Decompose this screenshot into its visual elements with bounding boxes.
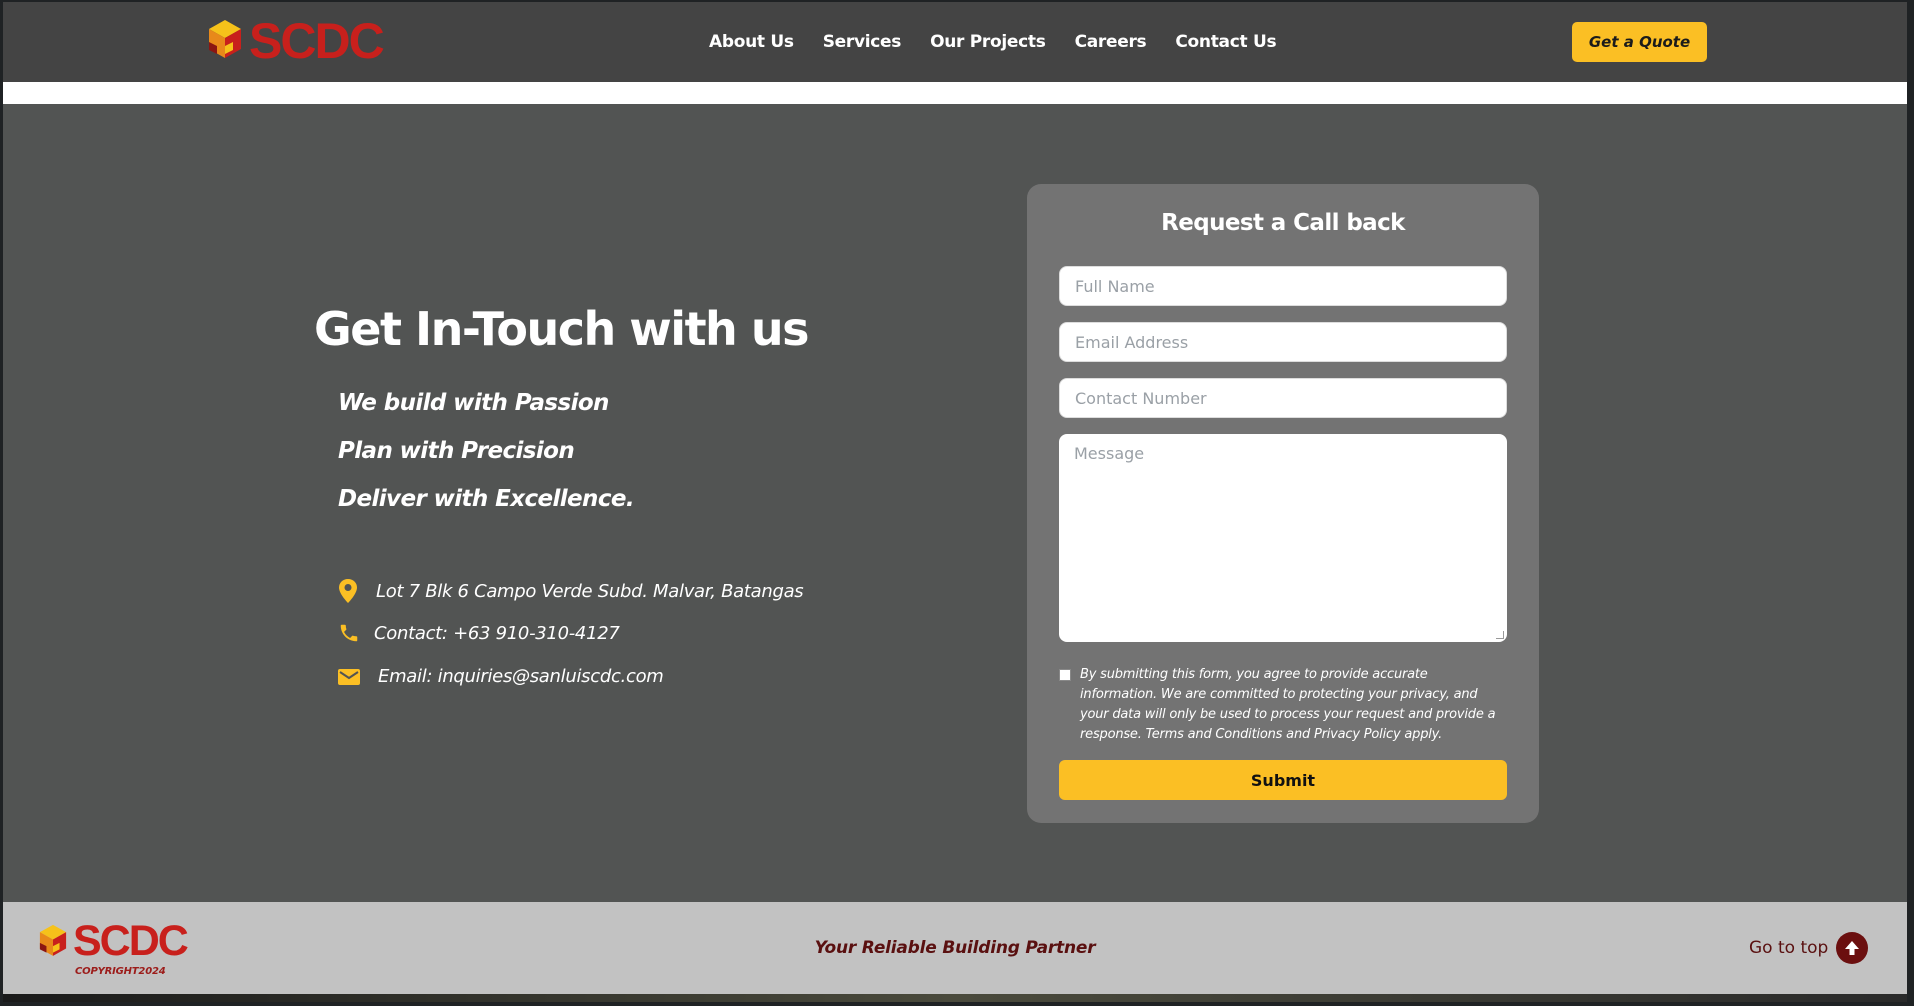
- address-row: Lot 7 Blk 6 Campo Verde Subd. Malvar, Ba…: [338, 578, 804, 604]
- form-title: Request a Call back: [1161, 210, 1405, 236]
- nav-careers[interactable]: Careers: [1075, 32, 1147, 52]
- message-textarea[interactable]: Message: [1059, 434, 1507, 642]
- nav-links: About Us Services Our Projects Careers C…: [709, 32, 1305, 52]
- footer: SCDC COPYRIGHT2024 Your Reliable Buildin…: [3, 902, 1907, 994]
- nav-services[interactable]: Services: [823, 32, 902, 52]
- email-text: Email: inquiries@sanluiscdc.com: [378, 666, 664, 687]
- page: SCDC About Us Services Our Projects Care…: [3, 2, 1907, 1002]
- divider-strip: [3, 82, 1907, 104]
- message-placeholder: Message: [1074, 444, 1145, 463]
- copyright-text: COPYRIGHT2024: [75, 966, 166, 977]
- tagline-passion: We build with Passion: [338, 390, 609, 416]
- mail-icon: [338, 668, 360, 685]
- phone-row: Contact: +63 910-310-4127: [338, 622, 620, 644]
- email-input[interactable]: Email Address: [1059, 322, 1507, 362]
- consent-row: By submitting this form, you agree to pr…: [1059, 665, 1507, 745]
- address-text: Lot 7 Blk 6 Campo Verde Subd. Malvar, Ba…: [376, 580, 804, 602]
- phone-icon: [340, 624, 358, 642]
- consent-checkbox[interactable]: [1059, 669, 1071, 681]
- email-row: Email: inquiries@sanluiscdc.com: [338, 666, 664, 687]
- logo-cube-icon: [209, 20, 241, 58]
- map-pin-icon: [339, 579, 357, 603]
- nav-about-us[interactable]: About Us: [709, 32, 794, 52]
- contact-heading: Get In-Touch with us: [314, 302, 809, 356]
- consent-text: By submitting this form, you agree to pr…: [1080, 667, 1496, 742]
- bottom-edge: [3, 994, 1907, 1002]
- resize-grip-icon[interactable]: [1496, 631, 1504, 639]
- go-to-top-label: Go to top: [1749, 938, 1829, 958]
- arrow-up-icon[interactable]: [1836, 932, 1869, 964]
- nav-contact-us[interactable]: Contact Us: [1175, 32, 1276, 52]
- tagline-excellence: Deliver with Excellence.: [338, 486, 635, 512]
- get-a-quote-button[interactable]: Get a Quote: [1572, 22, 1707, 62]
- navbar: SCDC About Us Services Our Projects Care…: [3, 2, 1907, 82]
- callback-form-card: Request a Call back Full Name Email Addr…: [1027, 184, 1539, 823]
- brand-logo[interactable]: SCDC: [203, 13, 385, 69]
- submit-button[interactable]: Submit: [1059, 760, 1507, 800]
- brand-name: SCDC: [249, 13, 385, 69]
- tagline-precision: Plan with Precision: [338, 438, 575, 464]
- contact-number-input[interactable]: Contact Number: [1059, 378, 1507, 418]
- go-to-top-link[interactable]: Go to top: [1749, 932, 1869, 964]
- footer-tagline: Your Reliable Building Partner: [814, 938, 1096, 958]
- full-name-input[interactable]: Full Name: [1059, 266, 1507, 306]
- phone-text: Contact: +63 910-310-4127: [374, 622, 620, 644]
- nav-our-projects[interactable]: Our Projects: [930, 32, 1046, 52]
